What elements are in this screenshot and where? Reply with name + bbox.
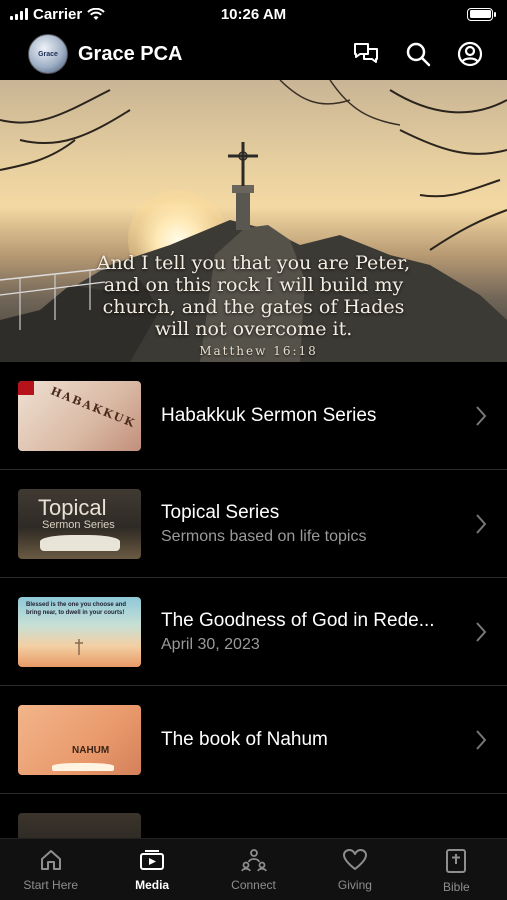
bible-icon <box>446 849 467 873</box>
account-icon[interactable] <box>457 41 483 67</box>
thumbnail-text: Blessed is the one you choose and bring … <box>26 601 127 616</box>
heart-icon <box>342 849 367 870</box>
chevron-right-icon <box>476 513 487 534</box>
tab-label: Connect <box>231 878 276 892</box>
tab-connect[interactable]: Connect <box>203 839 304 900</box>
tab-label: Media <box>135 878 170 892</box>
battery-level <box>469 10 491 18</box>
verse-line: church, and the gates of Hades <box>102 296 405 318</box>
status-left: Carrier <box>10 6 105 23</box>
list-item-title: The book of Nahum <box>161 728 328 750</box>
thumbnail-text: HABAKKUK <box>48 383 138 431</box>
tab-bible[interactable]: Bible <box>406 839 507 900</box>
series-thumbnail: NAHUM <box>18 704 141 775</box>
list-item-subtitle: Sermons based on life topics <box>161 527 367 545</box>
wifi-icon <box>87 7 105 20</box>
logo-text: Grace <box>38 50 58 58</box>
tab-label: Giving <box>337 878 372 892</box>
open-book-graphic <box>40 534 120 551</box>
list-item[interactable]: Topical Sermon Series Topical Series Ser… <box>0 470 507 578</box>
series-thumbnail: Blessed is the one you choose and bring … <box>18 596 141 667</box>
chevron-right-icon <box>476 621 487 642</box>
list-item-title: Topical Series <box>161 501 280 523</box>
search-icon[interactable] <box>405 41 431 67</box>
list-item-text: The Goodness of God in Rede... April 30,… <box>161 610 507 654</box>
carrier-label: Carrier <box>33 5 83 23</box>
thumbnail-text: Topical <box>38 494 107 520</box>
app-title: Grace PCA <box>78 42 183 65</box>
list-item[interactable]: Blessed is the one you choose and bring … <box>0 578 507 686</box>
chevron-right-icon <box>476 405 487 426</box>
connect-icon <box>240 849 267 872</box>
cross-icon <box>75 638 83 655</box>
thumbnail-text: Sermon Series <box>42 518 115 531</box>
verse-line: And I tell you that you are Peter, <box>96 252 411 274</box>
battery-icon <box>467 7 496 21</box>
tab-label: Bible <box>442 880 470 894</box>
signal-icon <box>10 8 28 20</box>
list-item-title: The Goodness of God in Rede... <box>161 609 435 631</box>
nav-actions <box>353 41 483 67</box>
media-icon <box>140 850 165 870</box>
tab-giving[interactable]: Giving <box>304 839 405 900</box>
chevron-right-icon <box>476 729 487 750</box>
list-item-subtitle: April 30, 2023 <box>161 635 260 653</box>
verse-reference: Matthew 16:18 <box>199 344 318 358</box>
list-item-title: Habakkuk Sermon Series <box>161 404 377 426</box>
status-bar: Carrier 10:26 AM <box>0 0 507 28</box>
tab-bar: Start Here Media Connect Giving Bible <box>0 838 507 900</box>
bookmark-ribbon <box>18 380 34 395</box>
church-logo[interactable]: Grace <box>28 34 68 74</box>
open-book-graphic <box>52 762 114 771</box>
list-item-text: The book of Nahum <box>161 729 507 751</box>
series-thumbnail: HABAKKUK <box>18 380 141 451</box>
tab-media[interactable]: Media <box>101 839 202 900</box>
hero-banner[interactable]: And I tell you that you are Peter, and o… <box>0 80 507 362</box>
media-list: HABAKKUK Habakkuk Sermon Series Topical … <box>0 362 507 900</box>
list-item-text: Topical Series Sermons based on life top… <box>161 502 507 546</box>
hero-verse: And I tell you that you are Peter, and o… <box>0 252 507 340</box>
series-thumbnail: Topical Sermon Series <box>18 488 141 559</box>
thumbnail-text: NAHUM <box>72 744 110 756</box>
verse-line: and on this rock I will build my <box>103 274 404 296</box>
chat-icon[interactable] <box>353 42 379 66</box>
nav-bar: Grace Grace PCA <box>0 28 507 80</box>
list-item-text: Habakkuk Sermon Series <box>161 405 507 427</box>
list-item[interactable]: NAHUM The book of Nahum <box>0 686 507 794</box>
home-icon <box>40 850 61 870</box>
list-item[interactable]: HABAKKUK Habakkuk Sermon Series <box>0 362 507 470</box>
verse-line: will not overcome it. <box>154 318 353 340</box>
tab-start-here[interactable]: Start Here <box>0 839 101 900</box>
tab-label: Start Here <box>23 878 79 892</box>
